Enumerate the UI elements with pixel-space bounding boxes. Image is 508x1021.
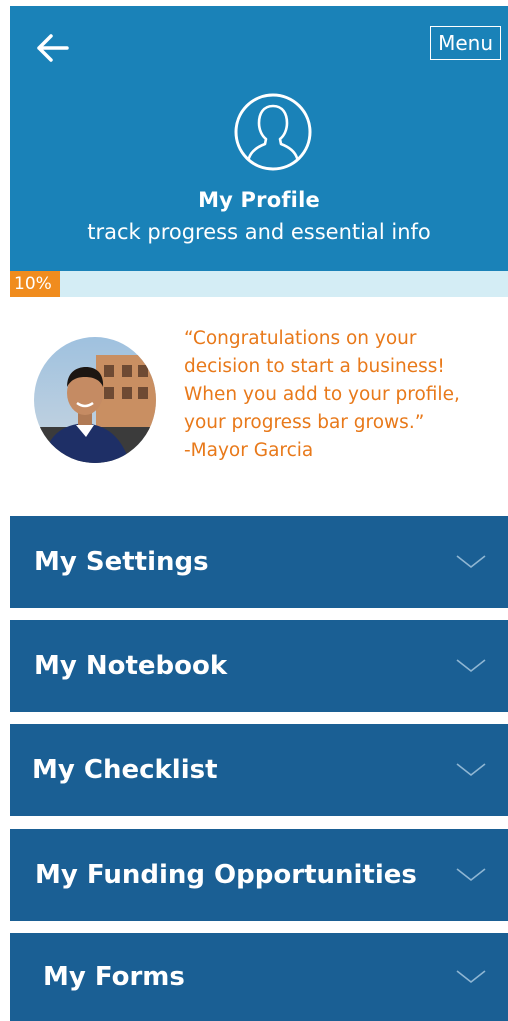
profile-screen: Menu My Profile track progress and essen… bbox=[0, 0, 508, 1021]
section-my-checklist[interactable]: My Checklist bbox=[10, 724, 508, 816]
section-my-funding-opportunities[interactable]: My Funding Opportunities bbox=[10, 829, 508, 921]
chevron-down-icon bbox=[456, 868, 486, 882]
menu-button[interactable]: Menu bbox=[430, 26, 501, 60]
section-my-notebook[interactable]: My Notebook bbox=[10, 620, 508, 712]
page-subtitle: track progress and essential info bbox=[87, 220, 431, 244]
section-my-forms[interactable]: My Forms bbox=[10, 933, 508, 1021]
chevron-down-icon bbox=[456, 659, 486, 673]
section-label: My Forms bbox=[43, 962, 185, 992]
chevron-down-icon bbox=[456, 555, 486, 569]
user-profile-icon bbox=[234, 93, 312, 171]
section-label: My Checklist bbox=[32, 755, 218, 785]
chevron-down-icon bbox=[456, 970, 486, 984]
progress-bar-fill: 10% bbox=[10, 271, 60, 297]
section-my-settings[interactable]: My Settings bbox=[10, 516, 508, 608]
arrow-left-icon bbox=[37, 34, 69, 62]
progress-bar: 10% bbox=[10, 271, 508, 297]
avatar bbox=[34, 337, 156, 463]
progress-label: 10% bbox=[14, 274, 52, 294]
profile-header: Menu My Profile track progress and essen… bbox=[10, 6, 508, 271]
mayor-quote: “Congratulations on your decision to sta… bbox=[184, 328, 460, 461]
back-button[interactable] bbox=[30, 26, 74, 70]
mayor-quote-section: “Congratulations on your decision to sta… bbox=[10, 297, 508, 513]
section-label: My Notebook bbox=[34, 651, 228, 681]
page-title: My Profile bbox=[198, 188, 320, 212]
section-label: My Settings bbox=[34, 547, 209, 577]
chevron-down-icon bbox=[456, 763, 486, 777]
section-label: My Funding Opportunities bbox=[35, 860, 417, 890]
